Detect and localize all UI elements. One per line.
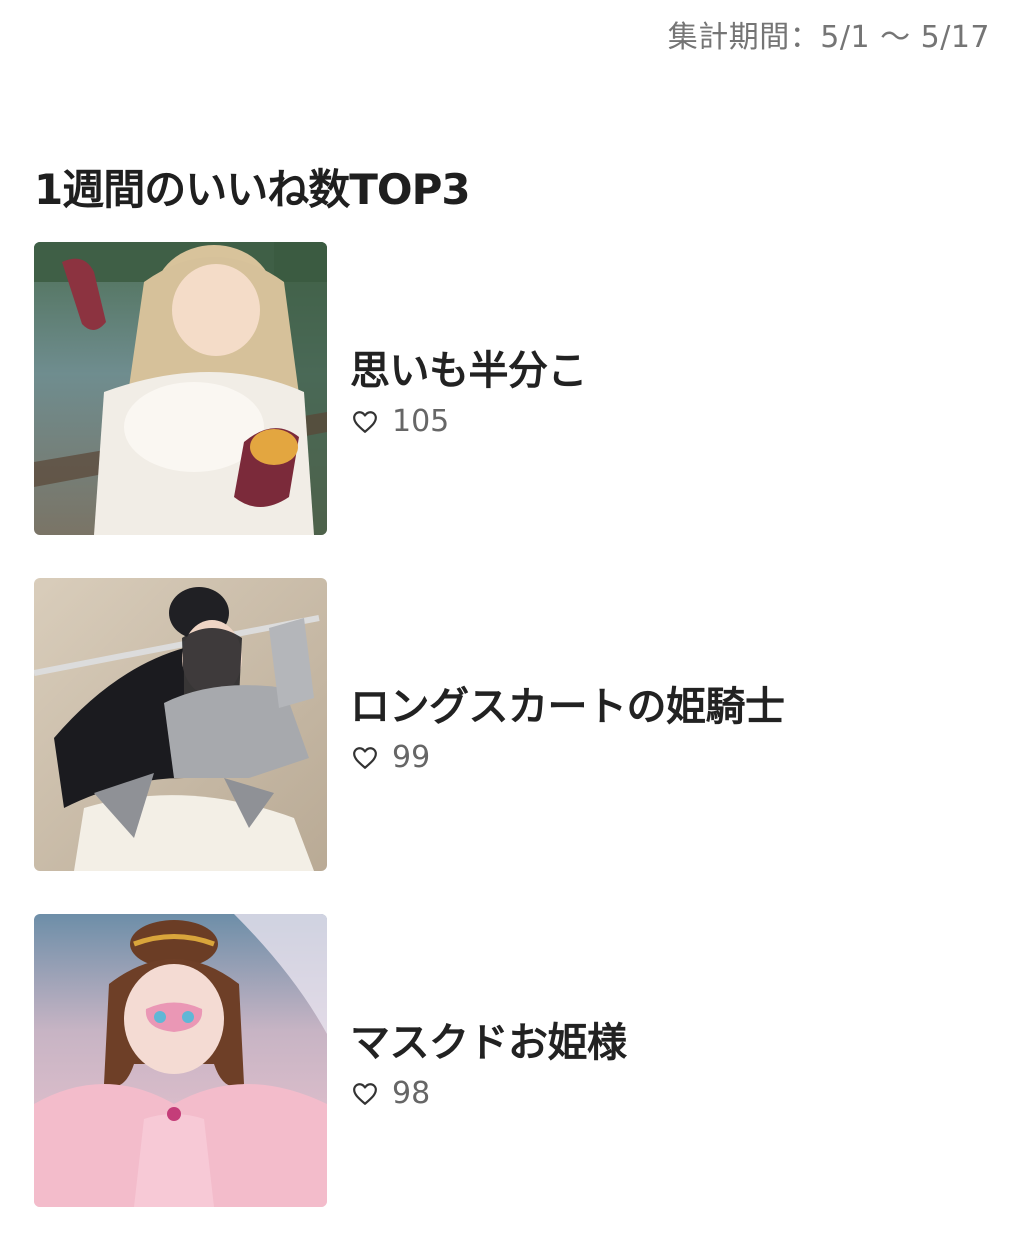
artwork-thumbnail[interactable] bbox=[34, 914, 327, 1207]
period-label: 集計期間：5/1 ～ 5/17 bbox=[667, 20, 990, 55]
artwork-thumbnail[interactable] bbox=[34, 578, 327, 871]
artwork-thumbnail[interactable] bbox=[34, 242, 327, 535]
section-title: 1週間のいいね数TOP3 bbox=[34, 165, 471, 214]
likes-counter: 98 bbox=[352, 1076, 430, 1111]
list-item[interactable]: 思いも半分こ 105 bbox=[34, 242, 994, 535]
artwork-title[interactable]: 思いも半分こ bbox=[350, 338, 588, 396]
likes-counter: 99 bbox=[352, 740, 430, 775]
likes-counter: 105 bbox=[352, 404, 449, 439]
list-item[interactable]: マスクドお姫様 98 bbox=[34, 914, 994, 1207]
list-item[interactable]: ロングスカートの姫騎士 99 bbox=[34, 578, 994, 871]
artwork-title[interactable]: マスクドお姫様 bbox=[350, 1010, 627, 1068]
heart-icon[interactable] bbox=[352, 1081, 378, 1107]
ranking-list: 思いも半分こ 105 ロングスカートの姫騎士 99 マスクドお姫様 98 bbox=[34, 242, 994, 1250]
likes-count: 105 bbox=[392, 404, 450, 439]
likes-count: 98 bbox=[392, 1076, 431, 1111]
artwork-title[interactable]: ロングスカートの姫騎士 bbox=[350, 674, 785, 732]
heart-icon[interactable] bbox=[352, 409, 378, 435]
likes-count: 99 bbox=[392, 740, 431, 775]
heart-icon[interactable] bbox=[352, 745, 378, 771]
